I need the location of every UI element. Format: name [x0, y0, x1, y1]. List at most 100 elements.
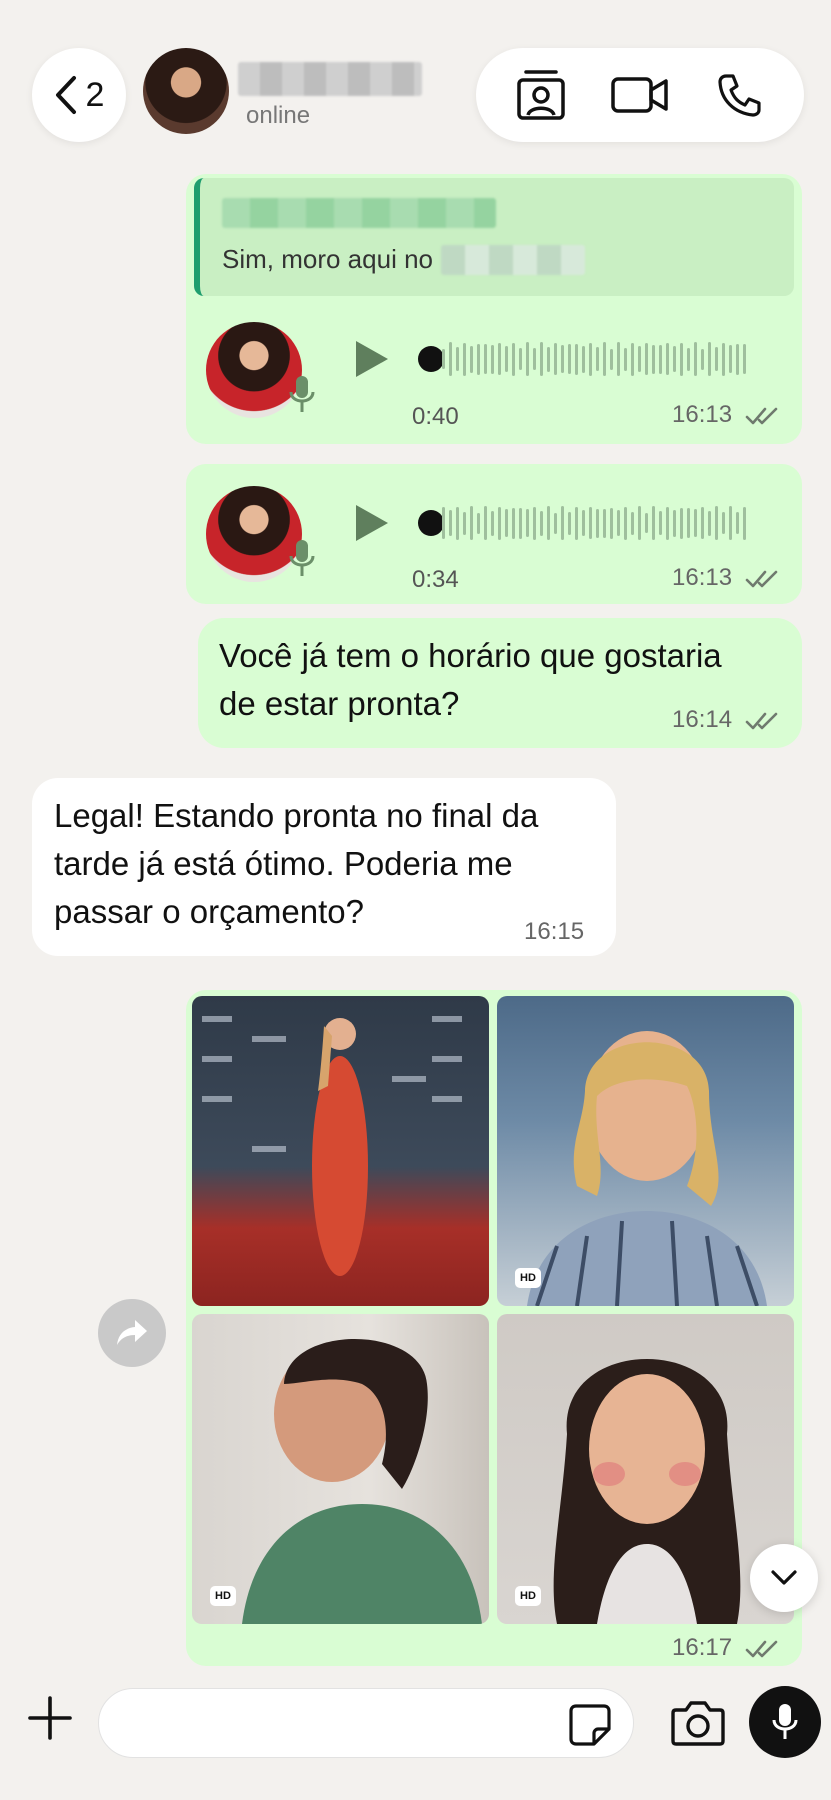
- message-input-field[interactable]: [98, 1688, 634, 1758]
- phone-call-icon: [718, 74, 761, 117]
- waveform-bar: [554, 343, 557, 375]
- waveform-bar: [666, 343, 669, 375]
- waveform-bar: [708, 342, 711, 376]
- waveform-bar: [701, 348, 704, 370]
- album-photo-2[interactable]: HD: [497, 996, 794, 1306]
- voice-duration: 0:34: [412, 566, 459, 593]
- contact-avatar[interactable]: [143, 48, 229, 134]
- waveform-bar: [582, 510, 585, 536]
- play-icon[interactable]: [352, 339, 392, 379]
- double-check-icon: [745, 1640, 778, 1657]
- waveform-bar: [484, 344, 487, 374]
- waveform-bar: [708, 510, 711, 536]
- camera-icon[interactable]: [670, 1698, 726, 1748]
- quoted-sender-redacted: [222, 198, 496, 228]
- waveform-bar: [666, 506, 669, 540]
- waveform-bar: [533, 348, 536, 370]
- phone-call-button[interactable]: [707, 63, 771, 127]
- waveform-bar: [729, 506, 732, 540]
- photo-content: [202, 1016, 462, 1276]
- waveform-bar: [582, 345, 585, 373]
- waveform-bar: [519, 507, 522, 539]
- voice-duration: 0:40: [412, 403, 459, 430]
- waveform-bar: [645, 513, 648, 533]
- play-icon[interactable]: [352, 503, 392, 543]
- waveform-bar: [568, 511, 571, 535]
- waveform-bar: [561, 345, 564, 373]
- waveform-bar: [442, 507, 445, 539]
- playback-position[interactable]: [418, 510, 444, 536]
- playback-position[interactable]: [418, 346, 444, 372]
- waveform[interactable]: [442, 339, 768, 379]
- hd-badge: HD: [210, 1586, 236, 1606]
- unread-count: 2: [85, 75, 105, 114]
- waveform-bar: [617, 342, 620, 376]
- waveform-bar: [743, 344, 746, 374]
- waveform-bar: [575, 506, 578, 540]
- contact-name-redacted[interactable]: [238, 62, 422, 96]
- back-button[interactable]: 2: [32, 48, 126, 142]
- waveform-bar: [610, 348, 613, 370]
- waveform-bar: [575, 343, 578, 375]
- waveform-bar: [694, 342, 697, 376]
- waveform-bar: [624, 506, 627, 540]
- waveform-bar: [589, 507, 592, 539]
- waveform-bar: [659, 511, 662, 535]
- mic-icon: [289, 540, 315, 576]
- waveform-bar: [680, 507, 683, 539]
- waveform-bar: [498, 506, 501, 540]
- album-photo-1[interactable]: [192, 996, 489, 1306]
- waveform-bar: [701, 507, 704, 539]
- waveform-bar: [533, 506, 536, 540]
- double-check-icon: [745, 712, 778, 729]
- message-time: 16:17: [672, 1634, 779, 1662]
- message-time: 16:15: [524, 918, 585, 945]
- waveform-bar: [610, 507, 613, 539]
- waveform-bar: [456, 347, 459, 371]
- attach-button[interactable]: [22, 1690, 78, 1746]
- waveform-bar: [554, 512, 557, 534]
- waveform-bar: [652, 506, 655, 540]
- contact-card-icon: [517, 70, 566, 120]
- waveform-bar: [498, 343, 501, 375]
- waveform-bar: [442, 349, 445, 369]
- waveform-bar: [484, 506, 487, 540]
- waveform-bar: [638, 506, 641, 540]
- waveform-bar: [722, 512, 725, 534]
- waveform-bar: [491, 510, 494, 536]
- waveform-bar: [526, 509, 529, 537]
- waveform-bar: [505, 509, 508, 537]
- waveform-bar: [470, 345, 473, 373]
- chevron-left-icon: [55, 76, 76, 114]
- waveform-bar: [631, 342, 634, 376]
- waveform-bar: [596, 347, 599, 371]
- waveform-bar: [736, 512, 739, 534]
- waveform-bar: [617, 510, 620, 536]
- waveform-bar: [687, 347, 690, 371]
- waveform[interactable]: [442, 503, 768, 543]
- plus-icon: [28, 1696, 72, 1740]
- sticker-icon[interactable]: [568, 1703, 612, 1747]
- hd-badge: HD: [515, 1268, 541, 1288]
- waveform-bar: [589, 342, 592, 376]
- waveform-bar: [561, 506, 564, 540]
- contact-status: online: [246, 102, 311, 129]
- waveform-bar: [673, 346, 676, 372]
- quoted-message[interactable]: Sim, moro aqui no: [194, 178, 794, 296]
- scroll-to-bottom-button[interactable]: [750, 1544, 818, 1612]
- forward-button[interactable]: [98, 1299, 166, 1367]
- voice-record-button[interactable]: [749, 1686, 821, 1758]
- waveform-bar: [722, 342, 725, 376]
- video-call-button[interactable]: [608, 63, 672, 127]
- album-photo-3[interactable]: HD: [192, 1314, 489, 1624]
- waveform-bar: [526, 342, 529, 376]
- waveform-bar: [512, 342, 515, 376]
- waveform-bar: [540, 510, 543, 536]
- message-input[interactable]: [123, 1703, 543, 1745]
- waveform-bar: [736, 343, 739, 375]
- contact-card-button[interactable]: [509, 63, 573, 127]
- waveform-bar: [603, 508, 606, 538]
- mic-icon: [289, 376, 315, 412]
- photo-content: [527, 1031, 767, 1306]
- waveform-bar: [519, 348, 522, 370]
